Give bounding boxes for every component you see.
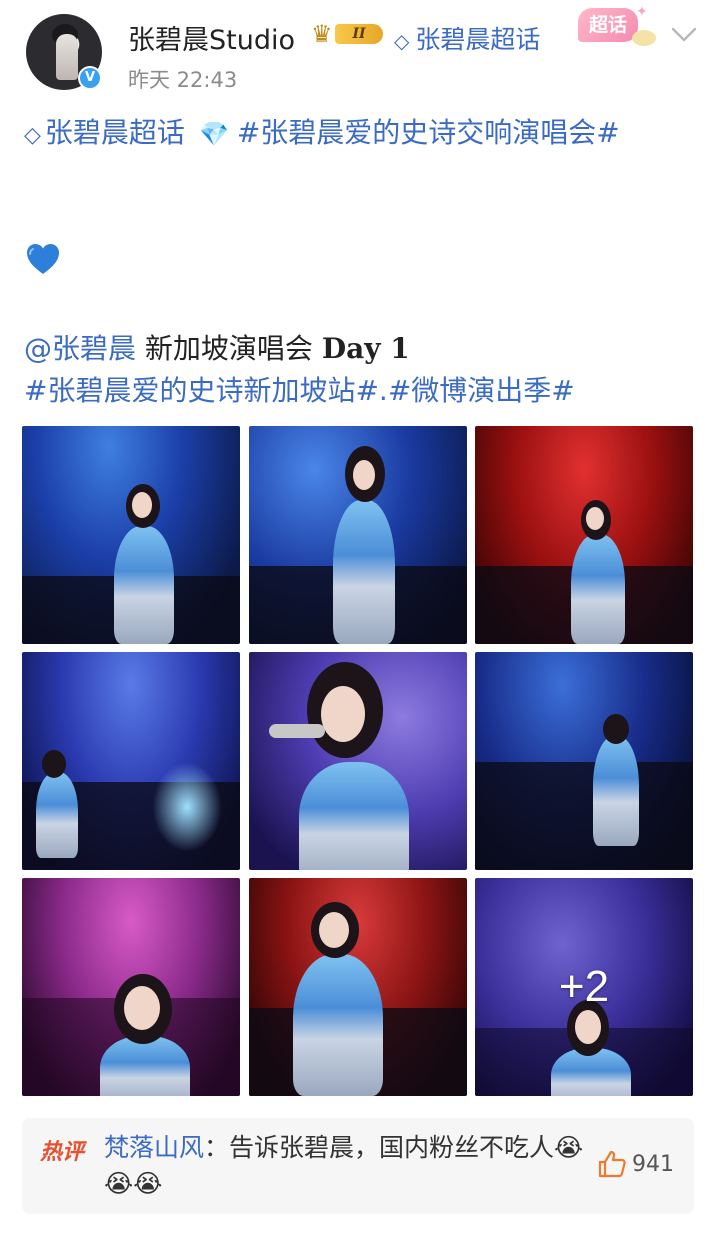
hot-comment[interactable]: 热评 梵落山风：告诉张碧晨，国内粉丝不吃人😭😭😭 941 [22, 1118, 694, 1214]
level-text: II [335, 24, 383, 44]
photo-thumbnail[interactable] [22, 878, 240, 1096]
diamond-outline-icon: ◇ [394, 29, 410, 53]
post-line-mention: @张碧晨 新加坡演唱会 Day 1 [24, 328, 410, 370]
more-photos-count[interactable]: +2 [475, 878, 693, 1096]
photo-thumbnail[interactable] [475, 426, 693, 644]
photo-thumbnail[interactable]: +2 [475, 878, 693, 1096]
avatar-figure [56, 34, 78, 80]
photo-grid: +2 [22, 426, 694, 1096]
chevron-down-icon[interactable] [668, 18, 700, 50]
verified-v-icon: V [78, 66, 102, 90]
comment-author[interactable]: 梵落山风 [104, 1133, 204, 1162]
crown-icon: ♛ [311, 20, 333, 48]
hashtag-line[interactable]: #张碧晨爱的史诗新加坡站#.#微博演出季# [24, 370, 575, 412]
photo-thumbnail[interactable] [475, 652, 693, 870]
post-text: 新加坡演唱会 [136, 332, 322, 365]
hot-comment-label: 热评 [40, 1140, 85, 1165]
photo-thumbnail[interactable] [249, 652, 467, 870]
thumbs-up-icon [596, 1148, 628, 1180]
diamond-outline-icon: ◇ [24, 123, 41, 148]
post-header: V 张碧晨Studio ♛ II ◇ 张碧晨超话 超话 ✦ 昨天 22:43 [0, 0, 719, 110]
post-day-text: Day 1 [321, 332, 410, 365]
membership-level-badge[interactable]: ♛ II [311, 20, 385, 48]
supertopic-link[interactable]: ◇ 张碧晨超话 [394, 20, 541, 54]
post-line-tags: ◇ 张碧晨超话 💎 #张碧晨爱的史诗交响演唱会# [24, 112, 704, 157]
like-button[interactable]: 941 [596, 1148, 674, 1184]
photo-thumbnail[interactable] [249, 878, 467, 1096]
supertopic-badge[interactable]: 超话 [578, 8, 638, 42]
photo-thumbnail[interactable] [22, 426, 240, 644]
photo-thumbnail[interactable] [22, 652, 240, 870]
comment-text: 梵落山风：告诉张碧晨，国内粉丝不吃人😭😭😭 [104, 1130, 584, 1202]
hashtag-concert[interactable]: #张碧晨爱的史诗交响演唱会# [237, 116, 620, 149]
sparkle-icon: ✦ [636, 4, 648, 20]
gem-icon: 💎 [198, 120, 229, 148]
supertopic-link-label: 张碧晨超话 [415, 25, 541, 54]
blue-heart-icon [24, 240, 62, 278]
supertopic-tag[interactable]: 张碧晨超话 [45, 116, 185, 149]
badge-decoration [632, 30, 656, 46]
photo-thumbnail[interactable] [249, 426, 467, 644]
like-count: 941 [632, 1151, 674, 1177]
mention-link[interactable]: @张碧晨 [24, 332, 136, 365]
username[interactable]: 张碧晨Studio [128, 18, 295, 57]
post-timestamp: 昨天 22:43 [128, 68, 238, 92]
